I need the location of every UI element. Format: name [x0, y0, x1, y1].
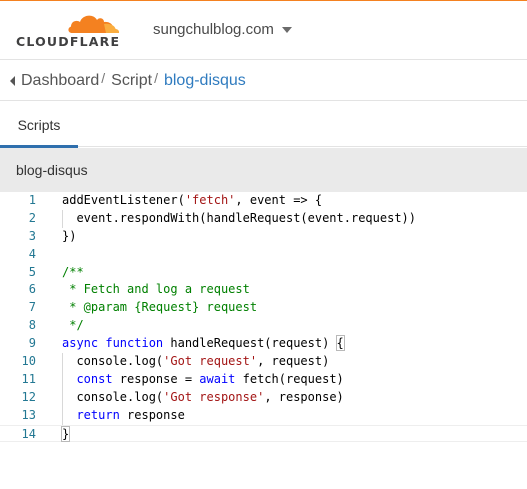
code-line[interactable]: 9 async function handleRequest(request) {: [0, 335, 527, 353]
top-bar: CLOUDFLARE sungchulblog.com: [0, 0, 527, 60]
code-line[interactable]: 3}): [0, 228, 527, 246]
line-number: 11: [21, 371, 36, 386]
code-line[interactable]: 8 */: [0, 317, 527, 335]
breadcrumb-separator: /: [154, 69, 158, 86]
line-number: 7: [28, 300, 36, 315]
line-text: return response: [76, 407, 185, 422]
code-line[interactable]: 6 * Fetch and log a request: [0, 281, 527, 299]
code-line[interactable]: 2 event.respondWith(handleRequest(event.…: [0, 210, 527, 228]
line-text: async function handleRequest(request) {: [62, 335, 345, 352]
breadcrumb-script[interactable]: Script: [111, 72, 152, 90]
line-number: 2: [28, 210, 36, 225]
line-text: */: [62, 318, 84, 333]
code-line[interactable]: 11 const response = await fetch(request): [0, 371, 527, 389]
breadcrumb-dashboard[interactable]: Dashboard: [21, 72, 99, 90]
line-number: 9: [28, 336, 36, 351]
line-text: /**: [62, 264, 84, 279]
line-number: 6: [28, 282, 36, 297]
cloudflare-logo[interactable]: CLOUDFLARE: [16, 11, 122, 51]
line-text: }: [60, 425, 71, 442]
chevron-down-icon: [281, 26, 292, 33]
editor-title: blog-disqus: [0, 148, 527, 192]
brand-wordmark: CLOUDFLARE: [16, 34, 121, 49]
breadcrumb: Dashboard / Script / blog-disqus: [0, 61, 527, 101]
code-line[interactable]: 13 return response: [0, 407, 527, 425]
chevron-left-icon[interactable]: [10, 75, 15, 86]
code-line[interactable]: 5 /**: [0, 264, 527, 282]
code-line[interactable]: 7 * @param {Request} request: [0, 299, 527, 317]
line-number: 13: [21, 407, 36, 422]
code-line[interactable]: 10 console.log('Got request', request): [0, 353, 527, 371]
line-number: 1: [28, 193, 36, 207]
line-number: 5: [28, 264, 36, 279]
code-line[interactable]: 14}: [0, 424, 527, 443]
cloud-icon: [68, 15, 120, 33]
text-cursor: [69, 427, 71, 442]
breadcrumb-current[interactable]: blog-disqus: [164, 72, 246, 90]
account-switcher[interactable]: sungchulblog.com: [153, 21, 292, 38]
line-text: event.respondWith(handleRequest(event.re…: [62, 210, 417, 225]
line-text: console.log('Got request', request): [62, 354, 330, 369]
code-editor[interactable]: 1 addEventListener('fetch', event => { 2 e…: [0, 192, 527, 449]
line-text: * Fetch and log a request: [62, 282, 250, 297]
line-text: }): [62, 228, 77, 243]
tab-bar: Scripts: [0, 102, 527, 148]
code-line[interactable]: 1 addEventListener('fetch', event => {: [0, 192, 527, 210]
account-name: sungchulblog.com: [153, 21, 274, 38]
code-line[interactable]: 12 console.log('Got response', response): [0, 389, 527, 407]
line-number: 12: [21, 389, 36, 404]
line-text: * @param {Request} request: [62, 300, 258, 315]
line-number: 8: [28, 318, 36, 333]
breadcrumb-separator: /: [101, 69, 106, 86]
line-text: console.log('Got response', response): [62, 389, 344, 404]
line-number: 10: [21, 354, 36, 369]
code-line[interactable]: 4: [0, 246, 527, 264]
tab-scripts[interactable]: Scripts: [0, 102, 78, 148]
line-number: 3: [28, 228, 36, 243]
line-number: 14: [21, 426, 36, 441]
line-number: 4: [28, 246, 36, 261]
line-text: const response = await fetch(request): [76, 371, 344, 386]
line-text: addEventListener('fetch', event => {: [62, 193, 323, 207]
